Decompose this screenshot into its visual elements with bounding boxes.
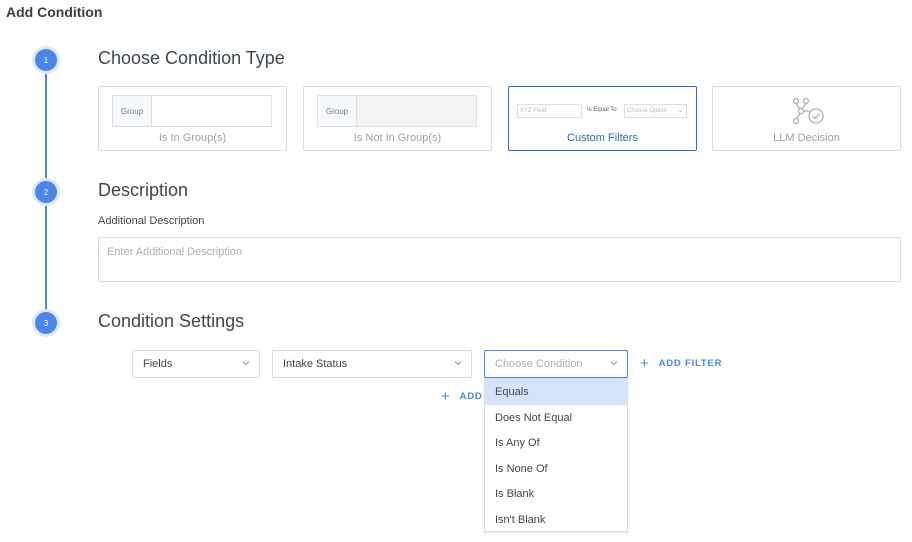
chevron-down-icon — [454, 361, 462, 366]
field-type-value: Fields — [143, 358, 173, 370]
description-input[interactable] — [98, 237, 901, 282]
condition-placeholder: Choose Condition — [495, 358, 583, 370]
step-3-badge: 3 — [35, 312, 57, 334]
add-filter-button[interactable]: + ADD FILTER — [640, 356, 722, 371]
option-preview-text: Choose Option — [627, 108, 668, 114]
dropdown-option-isnt-blank[interactable]: Isn't Blank — [485, 507, 627, 533]
operator-preview: Is Equal To — [587, 107, 617, 113]
card-label: Custom Filters — [567, 132, 638, 144]
add-label: ADD — [459, 391, 483, 402]
llm-network-icon — [792, 97, 824, 125]
dropdown-option-does-not-equal[interactable]: Does Not Equal — [485, 405, 627, 431]
dropdown-option-equals[interactable]: Equals — [485, 379, 627, 405]
group-preview: Group — [317, 95, 477, 127]
condition-type-custom-filters[interactable]: XYZ Field Is Equal To Choose Option ⌄ Cu… — [508, 86, 697, 151]
group-tag: Group — [113, 96, 152, 126]
option-preview: Choose Option ⌄ — [624, 104, 687, 118]
description-label: Additional Description — [98, 215, 205, 227]
field-select[interactable]: Intake Status — [272, 350, 472, 378]
condition-type-llm-decision[interactable]: LLM Decision — [712, 86, 901, 151]
plus-icon: + — [640, 355, 650, 372]
card-label: Is In Group(s) — [158, 132, 227, 144]
chevron-down-icon — [242, 361, 250, 366]
page-title: Add Condition — [6, 4, 103, 20]
dropdown-option-is-any-of[interactable]: Is Any Of — [485, 430, 627, 456]
group-preview: Group — [112, 95, 272, 127]
step-1-badge: 1 — [35, 49, 57, 71]
group-tag: Group — [318, 96, 357, 126]
dropdown-option-is-blank[interactable]: Is Blank — [485, 481, 627, 507]
field-type-select[interactable]: Fields — [132, 350, 260, 378]
condition-dropdown-menu: Equals Does Not Equal Is Any Of Is None … — [484, 378, 628, 532]
condition-select[interactable]: Choose Condition — [484, 350, 628, 378]
chevron-down-icon — [610, 361, 618, 366]
field-value: Intake Status — [283, 358, 348, 370]
section-title-condition-type: Choose Condition Type — [98, 48, 285, 68]
step-2-badge: 2 — [35, 181, 57, 203]
condition-type-in-group[interactable]: Group Is In Group(s) — [98, 86, 287, 151]
dropdown-option-is-none-of[interactable]: Is None Of — [485, 456, 627, 482]
chevron-down-icon: ⌄ — [677, 108, 683, 114]
plus-icon: + — [441, 388, 451, 405]
section-title-settings: Condition Settings — [98, 311, 245, 331]
add-filter-label: ADD FILTER — [658, 358, 723, 369]
card-label: LLM Decision — [773, 132, 840, 144]
section-title-description: Description — [98, 180, 189, 200]
condition-type-not-in-group[interactable]: Group Is Not In Group(s) — [303, 86, 492, 151]
field-preview: XYZ Field — [517, 104, 582, 118]
add-button[interactable]: + ADD — [441, 389, 483, 404]
card-label: Is Not In Group(s) — [353, 132, 442, 144]
